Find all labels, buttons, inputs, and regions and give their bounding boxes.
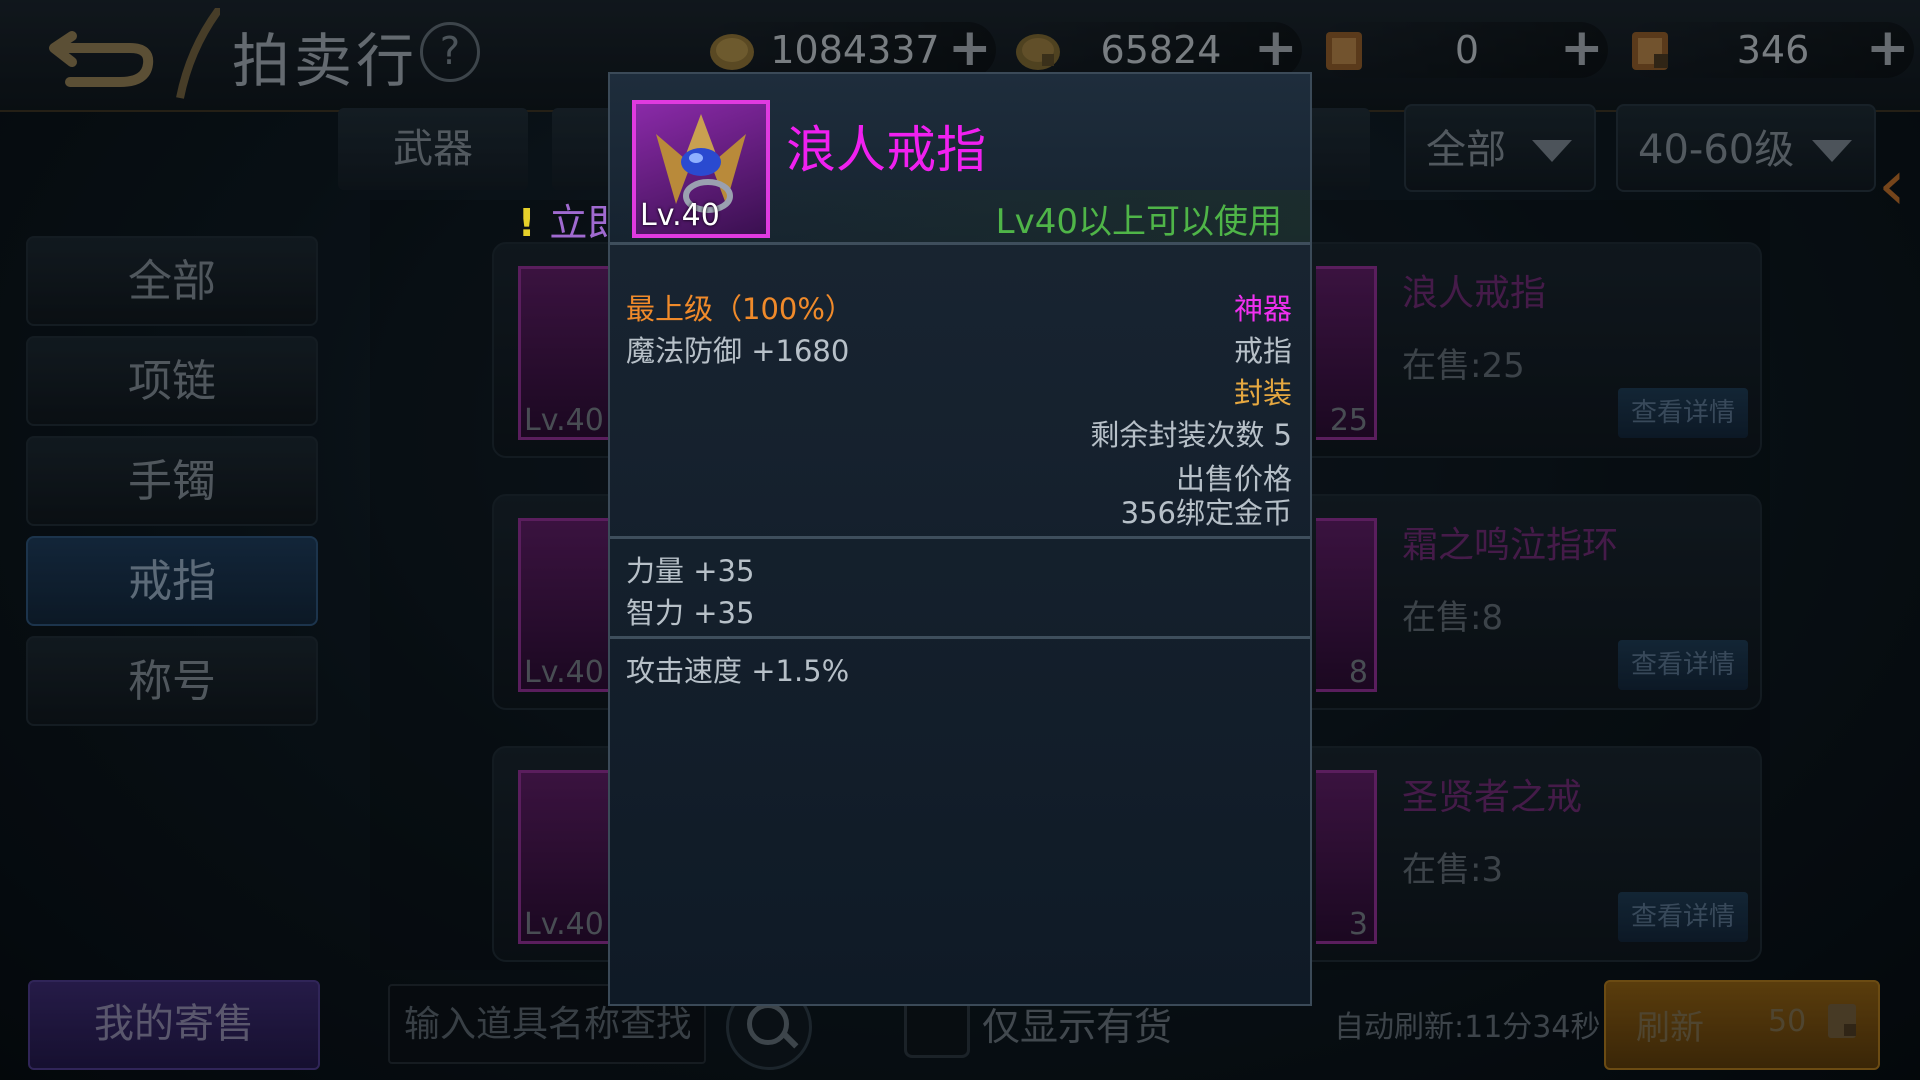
divider [610,536,1310,539]
slot-text: 戒指 [1233,334,1292,368]
tooltip-item-level: Lv.40 [640,198,720,233]
seal-remaining: 剩余封装次数 5 [1090,418,1292,452]
alert-icon: ! [518,201,536,245]
extra-stat: 攻击速度 +1.5% [626,654,850,688]
sealed-text: 封装 [1233,376,1292,410]
bonus-stat: 力量 +35 [626,554,755,588]
base-stat: 魔法防御 +1680 [626,334,850,368]
tooltip-item-name: 浪人戒指 [786,121,986,179]
divider [610,636,1310,639]
item-tooltip: Lv.40 浪人戒指 Lv40以上可以使用 最上级（100%） 神器 魔法防御 … [608,72,1312,1006]
bonus-stat: 智力 +35 [626,596,755,630]
divider [610,242,1310,245]
rarity-text: 神器 [1233,292,1292,326]
level-requirement: Lv40以上可以使用 [995,202,1282,242]
sell-price: 356绑定金币 [1120,496,1292,530]
quality-text: 最上级（100%） [626,292,854,326]
